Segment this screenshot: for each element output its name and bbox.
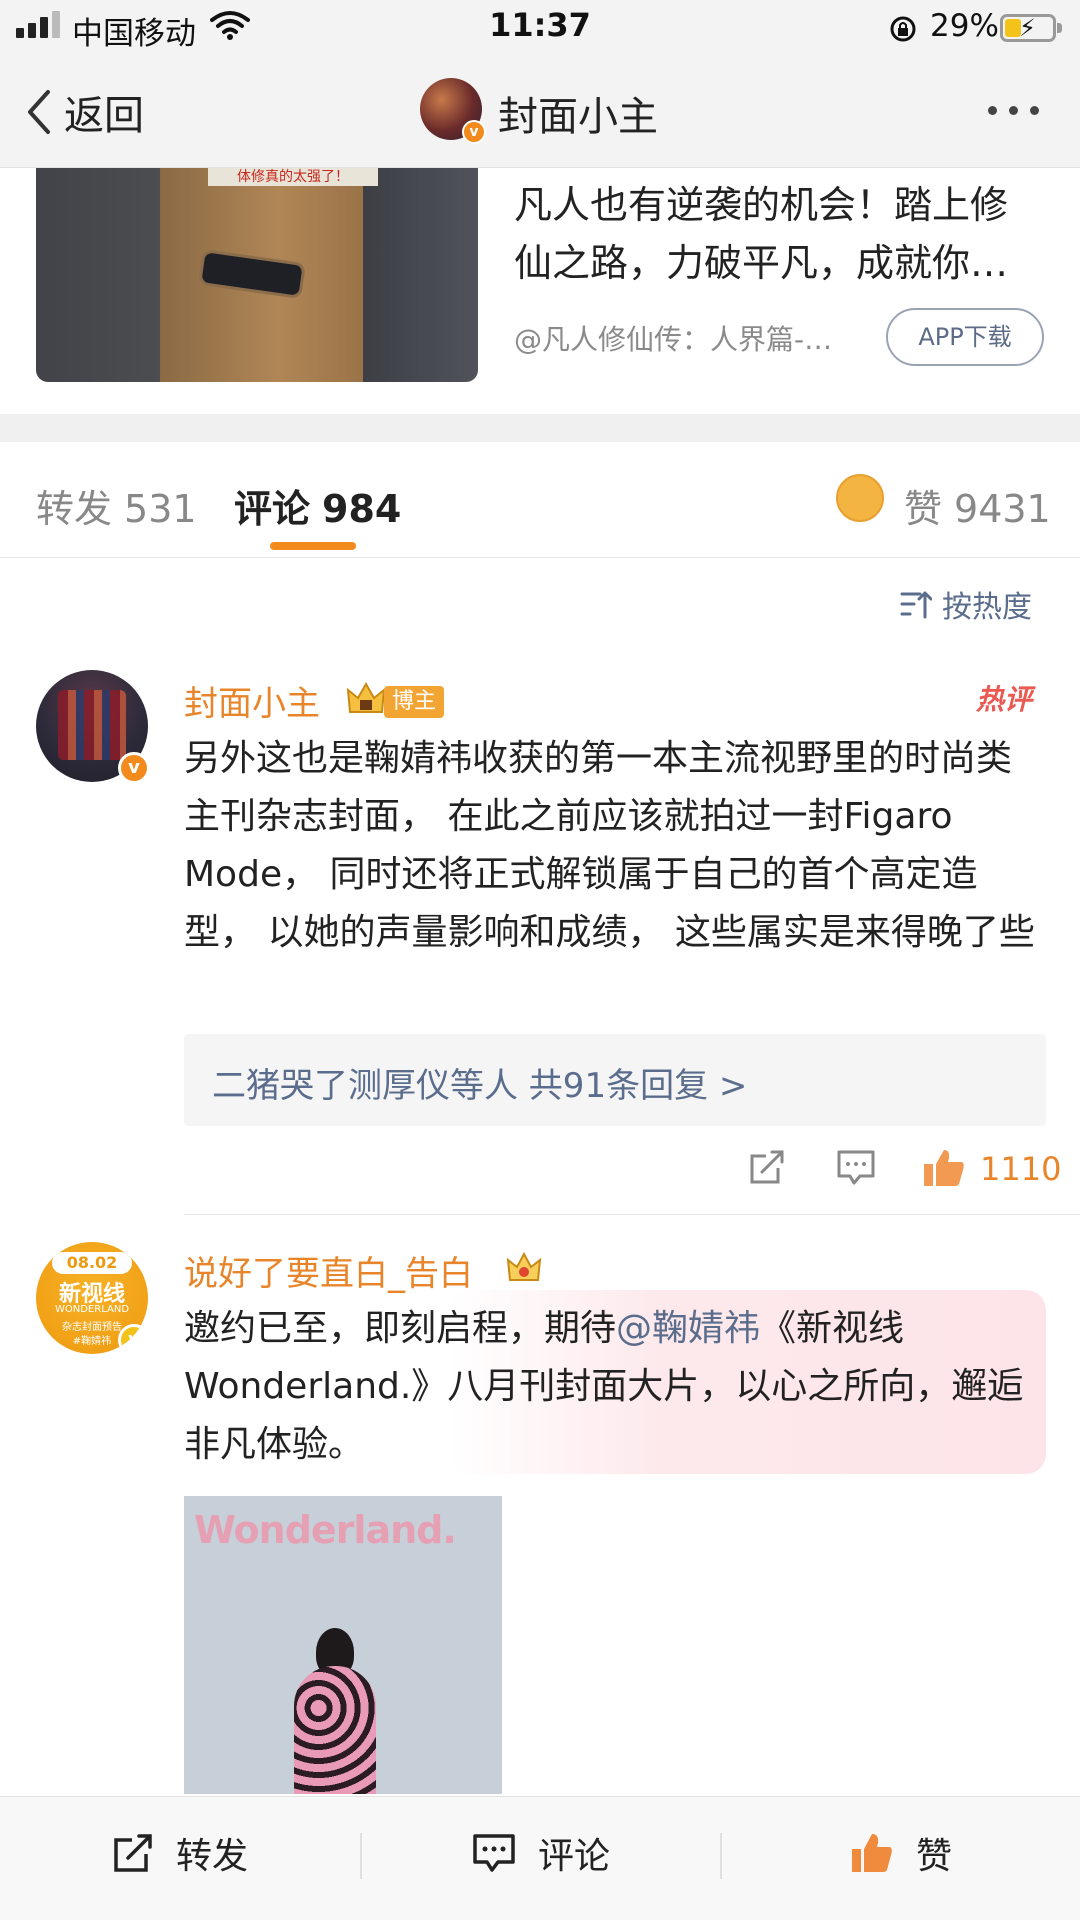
share-icon: [114, 1834, 152, 1872]
ad-thumbnail[interactable]: 体修真的太强了！: [36, 168, 478, 382]
comment-text-part: 邀约已至，即刻启程，期待: [184, 1308, 617, 1349]
chevron-left-icon: [28, 90, 50, 134]
divider: [720, 1833, 722, 1879]
comment-text: 另外这也是鞠婧祎收获的第一本主流视野里的时尚类主刊杂志封面， 在此之前应该就拍过…: [184, 738, 1035, 953]
verified-icon: v: [118, 752, 150, 784]
repost-label: 转发: [176, 1836, 249, 1877]
avatar[interactable]: v: [36, 670, 150, 784]
avatar[interactable]: v: [420, 78, 486, 144]
verified-icon: v: [118, 1324, 148, 1354]
thumb-caption: 体修真的太强了！: [208, 168, 378, 186]
status-bar: 中国移动 11:37 29% ⚡: [0, 0, 1080, 56]
replies-label: 二猪哭了测厚仪等人 共91条回复 >: [212, 1066, 748, 1106]
image-brand-text: Wonderland.: [194, 1508, 457, 1552]
comment-button[interactable]: 评论: [472, 1825, 610, 1881]
comment-icon: [473, 1834, 515, 1872]
avatar[interactable]: 08.02 新视线 WONDERLAND 杂志封面预告 #鞠婧祎 v: [36, 1242, 148, 1354]
back-button[interactable]: 返回: [26, 82, 144, 142]
thumbs-up-icon[interactable]: [922, 1148, 966, 1188]
ad-title[interactable]: 凡人也有逆袭的机会！踏上修仙之路，力破平凡，成就你…: [514, 176, 1034, 292]
hot-comment-badge: 热评: [976, 683, 1033, 716]
clock: 11:37: [489, 6, 591, 44]
divider: [360, 1833, 362, 1879]
tab-like-label: 赞: [904, 487, 943, 531]
crown-icon: [506, 1252, 542, 1281]
thumbs-up-icon: [852, 1834, 892, 1872]
tab-like[interactable]: 赞 9431: [904, 478, 1051, 533]
crown-icon: [346, 682, 386, 713]
sort-icon: [900, 591, 932, 619]
section-divider: [0, 414, 1080, 442]
comment-text: 邀约已至，即刻启程，期待@鞠婧祎《新视线Wonderland.》八月刊封面大片，…: [184, 1300, 1046, 1474]
tab-comment[interactable]: 评论 984: [234, 478, 401, 533]
comment-image[interactable]: Wonderland.: [184, 1496, 502, 1794]
avatar-text: WONDERLAND: [54, 1304, 130, 1315]
ad-source[interactable]: @凡人修仙传：人界篇-…: [514, 318, 874, 358]
tab-bar: 转发 531 评论 984 赞 9431: [0, 442, 1080, 558]
active-tab-indicator: [270, 542, 356, 550]
rotation-lock-icon: [890, 16, 916, 42]
battery-charging-icon: ⚡: [1000, 14, 1062, 42]
share-icon[interactable]: [748, 1148, 786, 1186]
comment-username[interactable]: 封面小主: [184, 676, 320, 725]
avatar-date: 08.02: [52, 1252, 132, 1274]
tab-like-count: 9431: [954, 487, 1051, 531]
comment-label: 评论: [538, 1836, 611, 1877]
nav-bar: 返回 v 封面小主: [0, 56, 1080, 168]
like-label: 赞: [916, 1836, 953, 1877]
app-download-button[interactable]: APP下载: [886, 308, 1044, 366]
tab-repost-count: 531: [124, 487, 197, 531]
tab-repost[interactable]: 转发 531: [36, 478, 197, 533]
verified-icon: v: [462, 120, 486, 144]
repost-button[interactable]: 转发: [112, 1825, 248, 1881]
like-count: 1110: [980, 1150, 1062, 1188]
tab-comment-label: 评论: [234, 487, 311, 531]
replies-preview[interactable]: 二猪哭了测厚仪等人 共91条回复 >: [184, 1034, 1046, 1126]
more-icon[interactable]: [984, 104, 1044, 120]
battery-percent: 29%: [930, 8, 999, 44]
like-sticker-icon: [836, 474, 884, 522]
bottom-action-bar: 转发 评论 赞: [0, 1796, 1080, 1920]
mention-link[interactable]: @鞠婧祎: [616, 1308, 760, 1349]
like-button[interactable]: 赞: [850, 1825, 952, 1881]
sort-button[interactable]: 按热度: [900, 582, 1032, 626]
author-badge: 博主: [384, 686, 445, 718]
page-title: 封面小主: [498, 94, 658, 140]
back-label: 返回: [64, 93, 144, 139]
comment-username[interactable]: 说好了要直白_告白: [184, 1246, 473, 1295]
tab-comment-count: 984: [322, 487, 402, 531]
tab-repost-label: 转发: [36, 487, 113, 531]
reply-icon[interactable]: [836, 1148, 876, 1186]
divider: [184, 1214, 1080, 1215]
sort-label: 按热度: [942, 590, 1032, 625]
